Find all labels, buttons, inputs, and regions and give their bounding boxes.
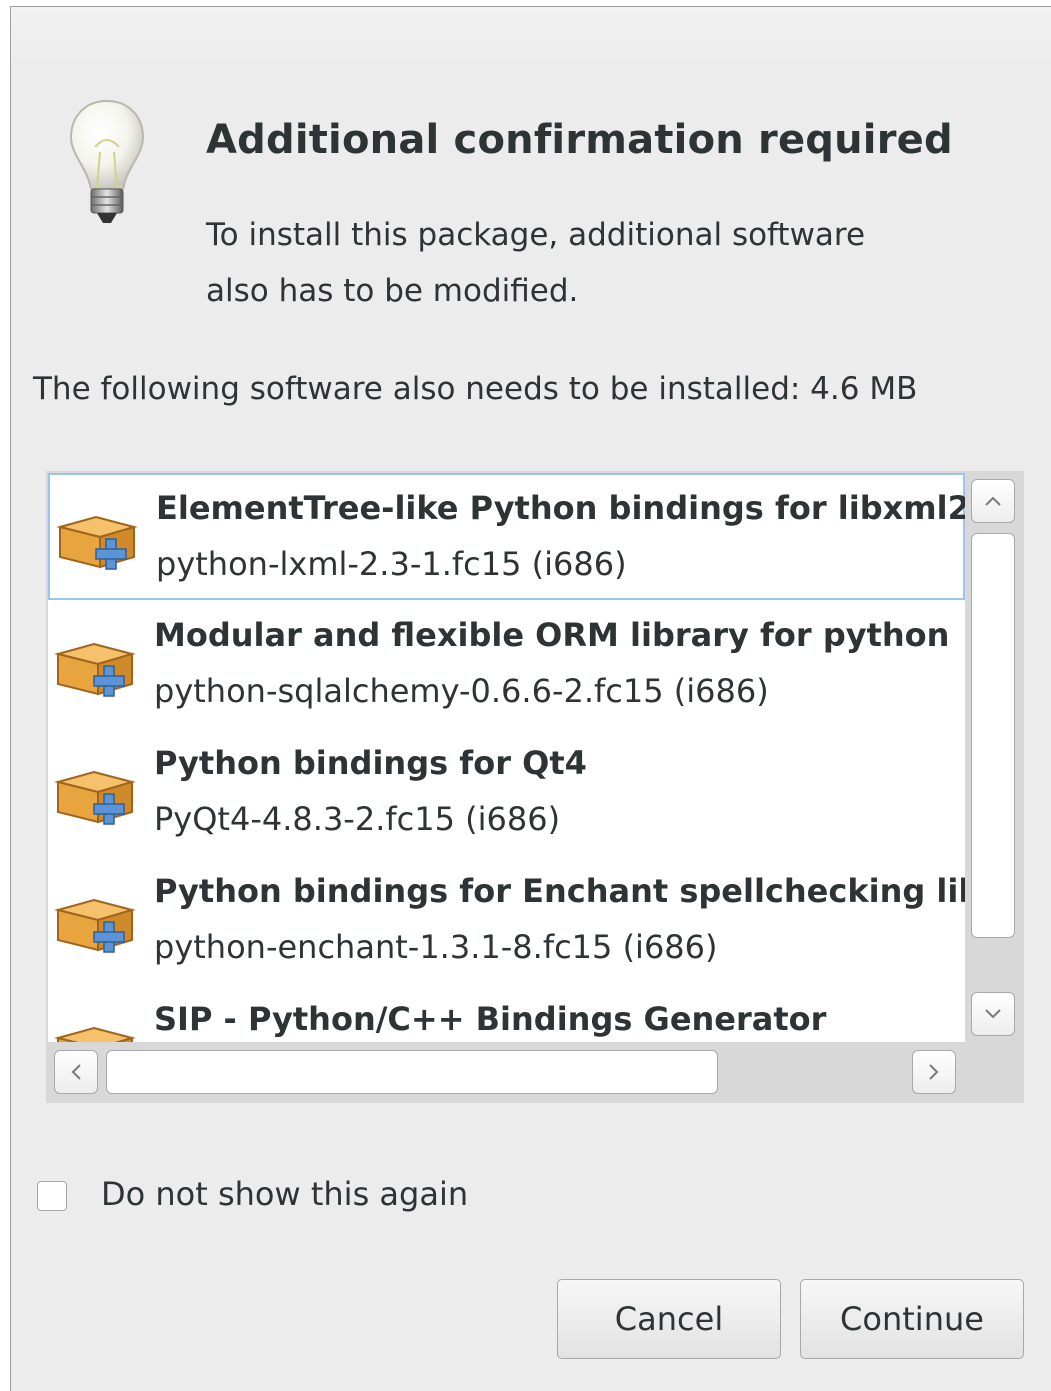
horizontal-scroll-thumb[interactable] — [106, 1050, 718, 1094]
subtitle-line-2: also has to be modified. — [206, 273, 579, 309]
chevron-up-icon — [985, 496, 1001, 506]
package-add-icon — [54, 770, 136, 825]
package-name: Python bindings for Enchant spellcheckin… — [154, 872, 965, 910]
scroll-down-button[interactable] — [971, 992, 1015, 1036]
package-add-icon — [54, 898, 136, 953]
package-list: ElementTree-like Python bindings for lib… — [46, 471, 1024, 1103]
package-name: Python bindings for Qt4 — [154, 744, 587, 782]
subtitle-line-1: To install this package, additional soft… — [206, 217, 866, 253]
package-row[interactable]: ElementTree-like Python bindings for lib… — [48, 473, 965, 600]
scroll-up-button[interactable] — [971, 479, 1015, 523]
chevron-right-icon — [929, 1064, 939, 1080]
lightbulb-icon — [69, 99, 145, 223]
cancel-button[interactable]: Cancel — [557, 1279, 781, 1359]
package-name: Modular and flexible ORM library for pyt… — [154, 616, 950, 654]
do-not-show-again-checkbox[interactable] — [37, 1181, 67, 1211]
scroll-left-button[interactable] — [54, 1050, 98, 1094]
package-row[interactable]: Python bindings for Enchant spellcheckin… — [48, 858, 965, 985]
dialog-title: Additional confirmation required — [206, 117, 953, 163]
package-row[interactable]: Python bindings for Qt4 PyQt4-4.8.3-2.fc… — [48, 730, 965, 857]
confirmation-dialog: Additional confirmation required To inst… — [10, 6, 1051, 1391]
package-add-icon — [54, 642, 136, 697]
chevron-down-icon — [985, 1009, 1001, 1019]
package-name: ElementTree-like Python bindings for lib… — [156, 489, 965, 527]
package-list-viewport[interactable]: ElementTree-like Python bindings for lib… — [48, 473, 965, 1042]
package-version: python-enchant-1.3.1-8.fc15 (i686) — [154, 928, 718, 966]
package-add-icon — [54, 1026, 136, 1042]
install-size-note: The following software also needs to be … — [33, 371, 918, 407]
package-version: PyQt4-4.8.3-2.fc15 (i686) — [154, 800, 561, 838]
package-name: SIP - Python/C++ Bindings Generator — [154, 1000, 827, 1038]
continue-button[interactable]: Continue — [800, 1279, 1024, 1359]
dialog-subtitle: To install this package, additional soft… — [206, 207, 1006, 319]
do-not-show-again-option[interactable]: Do not show this again — [37, 1173, 637, 1217]
package-row[interactable]: SIP - Python/C++ Bindings Generator — [48, 986, 965, 1042]
chevron-left-icon — [71, 1064, 81, 1080]
package-add-icon — [56, 515, 138, 570]
horizontal-scrollbar[interactable] — [48, 1044, 965, 1101]
do-not-show-again-label[interactable]: Do not show this again — [101, 1175, 468, 1213]
scroll-right-button[interactable] — [912, 1050, 956, 1094]
vertical-scroll-thumb[interactable] — [971, 533, 1015, 938]
package-row[interactable]: Modular and flexible ORM library for pyt… — [48, 602, 965, 729]
vertical-scrollbar[interactable] — [965, 473, 1022, 1042]
package-version: python-lxml-2.3-1.fc15 (i686) — [156, 545, 627, 583]
package-version: python-sqlalchemy-0.6.6-2.fc15 (i686) — [154, 672, 769, 710]
